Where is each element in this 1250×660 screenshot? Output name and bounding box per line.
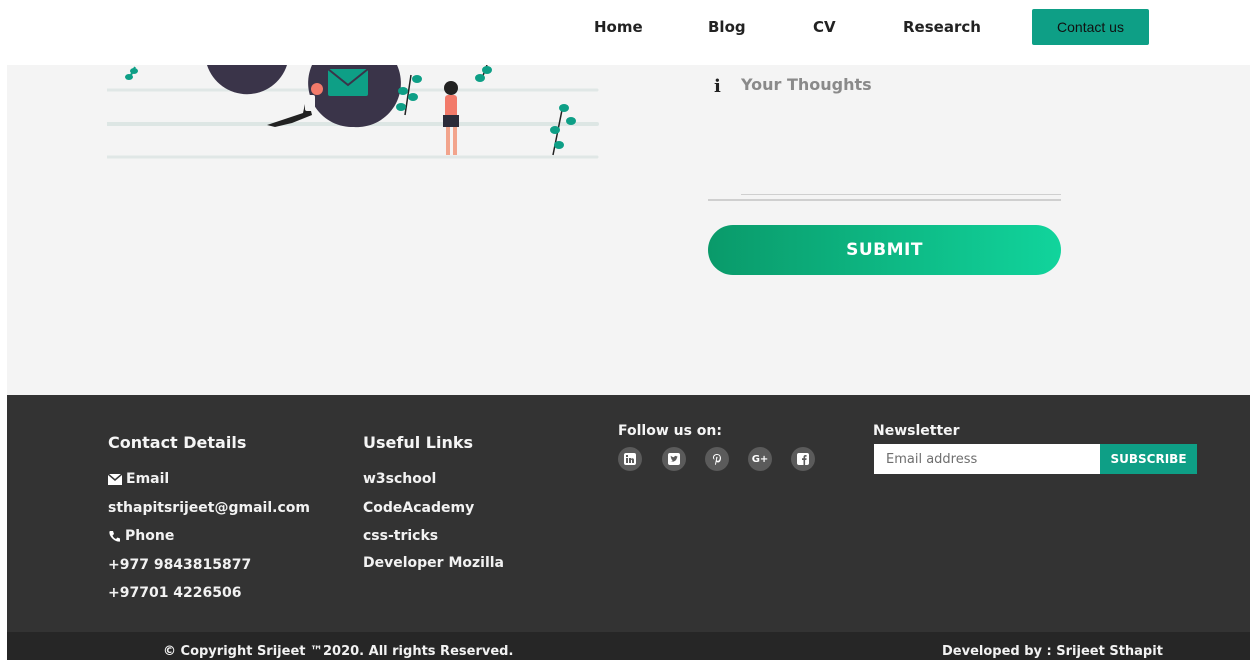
contact-details-title: Contact Details: [108, 433, 247, 452]
email-label-row: Email: [108, 471, 169, 487]
plant-right: [550, 104, 576, 156]
pinterest-icon[interactable]: [705, 447, 729, 471]
plant-left: [125, 66, 138, 80]
envelope-small-icon: [108, 473, 122, 485]
subscribe-button[interactable]: SUBSCRIBE: [1100, 444, 1197, 474]
linkedin-icon[interactable]: [618, 447, 642, 471]
nav-blog-link[interactable]: Blog: [708, 18, 746, 36]
phone-number-2: +97701 4226506: [108, 585, 242, 601]
link-codeacademy[interactable]: CodeAcademy: [363, 500, 474, 516]
footer: Contact Details Email sthapitsrijeet@gma…: [7, 395, 1250, 632]
follow-us-title: Follow us on:: [618, 423, 722, 439]
developed-by-text: Developed by : Srijeet Sthapit: [942, 644, 1163, 659]
nav-research-link[interactable]: Research: [903, 18, 981, 36]
navbar: Home Blog CV Research Contact us: [0, 0, 1250, 65]
twitter-icon[interactable]: [662, 447, 686, 471]
contact-illustration: [107, 65, 599, 159]
phone-label: Phone: [125, 528, 175, 544]
email-value: sthapitsrijeet@gmail.com: [108, 500, 310, 516]
submit-button[interactable]: SUBMIT: [708, 225, 1061, 275]
phone-number-1: +977 9843815877: [108, 557, 252, 573]
useful-links-title: Useful Links: [363, 433, 474, 452]
google-plus-icon[interactable]: G+: [748, 447, 772, 471]
link-w3school[interactable]: w3school: [363, 471, 436, 487]
envelope-icon: [327, 68, 369, 96]
copyright-text: © Copyright Srijeet ™2020. All rights Re…: [163, 644, 514, 659]
nav-home-link[interactable]: Home: [594, 18, 643, 36]
plant-top: [475, 65, 492, 82]
facebook-icon[interactable]: [791, 447, 815, 471]
contact-us-button[interactable]: Contact us: [1032, 9, 1149, 45]
info-icon: i: [714, 76, 721, 97]
contact-section: i SUBMIT: [7, 65, 1250, 395]
bottom-bar: © Copyright Srijeet ™2020. All rights Re…: [7, 632, 1250, 660]
link-css-tricks[interactable]: css-tricks: [363, 528, 438, 544]
nav-cv-link[interactable]: CV: [813, 18, 836, 36]
newsletter-email-input[interactable]: [874, 444, 1100, 474]
email-label: Email: [126, 471, 170, 487]
phone-label-row: Phone: [108, 528, 174, 544]
thoughts-underline: [708, 199, 1061, 201]
link-developer-mozilla[interactable]: Developer Mozilla: [363, 555, 504, 571]
phone-icon: [109, 530, 120, 542]
thoughts-textarea[interactable]: [741, 75, 1061, 195]
standing-person: [443, 81, 459, 155]
newsletter-title: Newsletter: [873, 423, 960, 439]
